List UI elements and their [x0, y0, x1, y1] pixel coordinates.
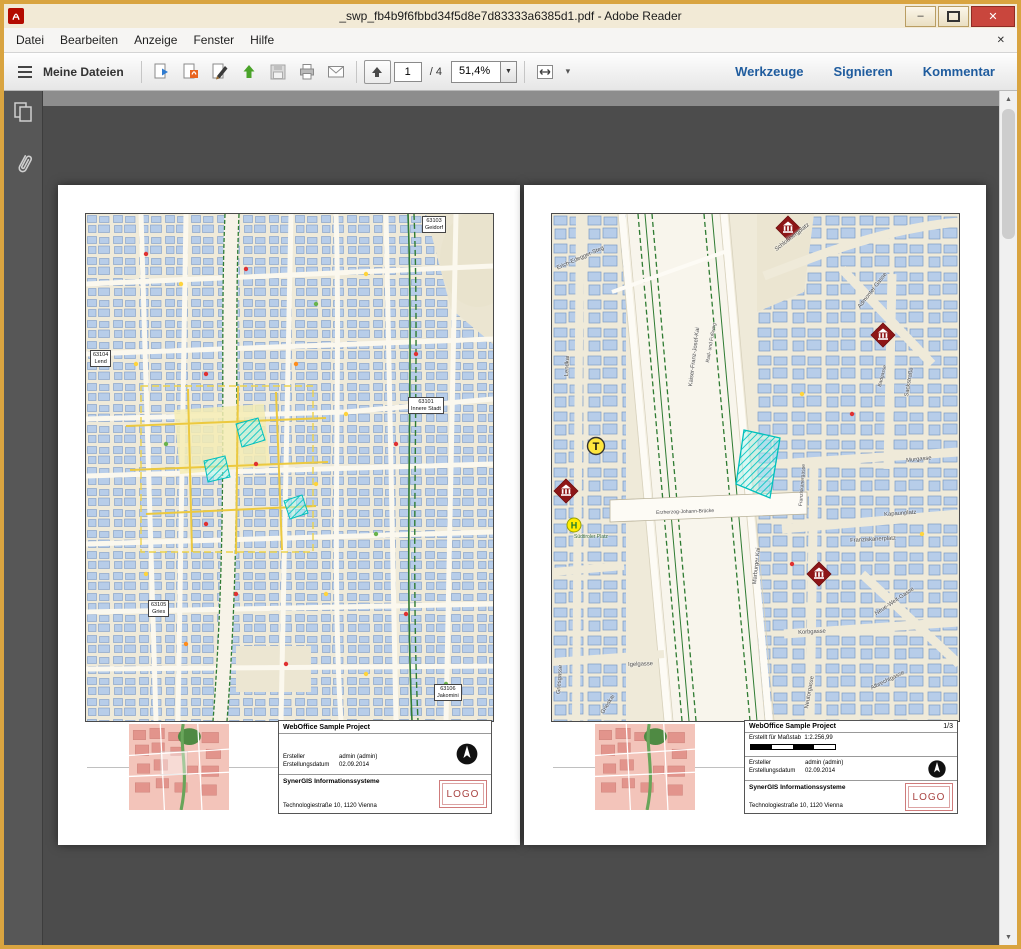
scale-bar	[750, 744, 836, 750]
menubar-close-icon[interactable]: ✕	[989, 35, 1013, 46]
tram-stop-icon: T	[588, 438, 605, 455]
north-arrow-icon	[455, 742, 479, 766]
city-map-drawing	[86, 214, 493, 721]
toolbar: Meine Dateien / 4 51,4% ▼	[4, 53, 1017, 91]
fit-width-icon[interactable]	[532, 59, 558, 85]
zoom-select[interactable]: 51,4% ▼	[451, 61, 517, 83]
logo-box: LOGO	[905, 783, 953, 811]
zoom-value: 51,4%	[452, 62, 500, 82]
district-label: 63105Gries	[148, 600, 169, 617]
svg-text:T: T	[593, 441, 600, 453]
menu-hilfe[interactable]: Hilfe	[242, 30, 282, 50]
scroll-down-icon[interactable]: ▼	[1000, 929, 1017, 945]
menu-datei[interactable]: Datei	[8, 30, 52, 50]
window-controls: – ✕	[905, 6, 1015, 27]
logo-box: LOGO	[439, 780, 487, 808]
convert-pdf-icon[interactable]	[178, 59, 204, 85]
creator-info: Erstelleradmin (admin) Erstellungsdatum0…	[279, 734, 491, 775]
maximize-button[interactable]	[938, 6, 969, 27]
detail-map: T H Erich-Edegger-Steg Schloßbergplatz	[551, 213, 960, 722]
zoom-dropdown-icon[interactable]: ▼	[500, 62, 516, 82]
project-title-row: WebOffice Sample Project 1/3	[745, 721, 957, 733]
district-label: 63103Geidorf	[422, 216, 446, 233]
comment-panel-button[interactable]: Kommentar	[909, 58, 1009, 85]
sign-pen-icon[interactable]	[207, 59, 233, 85]
vertical-scrollbar[interactable]: ▲ ▼	[999, 91, 1017, 945]
bus-stop-icon: H	[567, 518, 581, 532]
email-icon[interactable]	[323, 59, 349, 85]
print-icon[interactable]	[294, 59, 320, 85]
panel-buttons: Werkzeuge Signieren Kommentar	[721, 58, 1009, 85]
company-info: SynerGIS Informationssysteme Technologie…	[745, 781, 957, 813]
north-arrow-icon	[927, 759, 947, 779]
adobe-reader-window: _swp_fb4b9f6fbbd34f5d8e7d83333a6385d1.pd…	[0, 0, 1021, 949]
share-upload-icon[interactable]	[236, 59, 262, 85]
toolbar-separator	[524, 61, 525, 83]
tools-panel-button[interactable]: Werkzeuge	[721, 58, 817, 85]
project-title: WebOffice Sample Project	[279, 721, 491, 734]
locator-zone	[551, 720, 744, 814]
pdf-page-2: T H Erich-Edegger-Steg Schloßbergplatz	[524, 185, 986, 845]
titlebar[interactable]: _swp_fb4b9f6fbbd34f5d8e7d83333a6385d1.pd…	[4, 4, 1017, 28]
menu-bearbeiten[interactable]: Bearbeiten	[52, 30, 126, 50]
save-icon[interactable]	[265, 59, 291, 85]
company-address: Technologiestraße 10, 1120 Vienna	[749, 803, 843, 809]
my-files-button[interactable]: Meine Dateien	[41, 65, 134, 79]
locator-zone	[85, 720, 278, 814]
map-title-block: WebOffice Sample Project Erstelleradmin …	[85, 720, 492, 814]
district-label: 63101Innere Stadt	[408, 397, 444, 414]
city-overview-map: 63103Geidorf 63104Lend 63101Innere Stadt…	[85, 213, 494, 722]
project-title: WebOffice Sample Project	[749, 722, 836, 731]
menu-anzeige[interactable]: Anzeige	[126, 30, 185, 50]
document-area-top-band	[43, 91, 999, 106]
street-label: Igelgasse	[628, 661, 653, 668]
street-label: Lendkai	[564, 356, 571, 377]
scale-row: Erstellt für Maßstab 1:2.256,99	[745, 733, 957, 757]
menu-fenster[interactable]: Fenster	[185, 30, 242, 50]
page-number-input[interactable]	[394, 62, 422, 82]
attachments-icon[interactable]	[8, 149, 38, 183]
district-label: 63106Jakomini	[434, 684, 462, 701]
toolbar-separator	[356, 61, 357, 83]
minimize-button[interactable]: –	[905, 6, 936, 27]
company-info: SynerGIS Informationssysteme Technologie…	[279, 775, 491, 813]
locator-map-thumbnail	[595, 724, 695, 810]
adobe-reader-icon	[8, 8, 24, 24]
title-block-text: WebOffice Sample Project 1/3 Erstellt fü…	[744, 720, 958, 814]
toolbar-separator	[141, 61, 142, 83]
menubar: Datei Bearbeiten Anzeige Fenster Hilfe ✕	[4, 28, 1017, 53]
sign-panel-button[interactable]: Signieren	[820, 58, 907, 85]
menu-toggle-icon[interactable]	[12, 59, 38, 85]
locator-map-thumbnail	[129, 724, 229, 810]
page-thumbnails-icon[interactable]	[12, 101, 34, 128]
svg-text:H: H	[571, 521, 578, 531]
pdf-page-1: 63103Geidorf 63104Lend 63101Innere Stadt…	[58, 185, 520, 845]
map-title-block: WebOffice Sample Project 1/3 Erstellt fü…	[551, 720, 958, 814]
detail-map-drawing: T H	[552, 214, 959, 721]
previous-view-button[interactable]	[364, 60, 391, 84]
toolbar-overflow-icon[interactable]: ▾	[561, 59, 575, 85]
scroll-up-icon[interactable]: ▲	[1000, 91, 1017, 107]
main-area: 63103Geidorf 63104Lend 63101Innere Stadt…	[4, 91, 1017, 945]
navigation-sidebar	[4, 91, 43, 945]
window-title: _swp_fb4b9f6fbbd34f5d8e7d83333a6385d1.pd…	[4, 9, 1017, 23]
close-button[interactable]: ✕	[971, 6, 1015, 27]
open-file-icon[interactable]	[149, 59, 175, 85]
street-label: Südtiroler Platz	[574, 534, 608, 540]
page-count-label: / 4	[430, 66, 442, 78]
sheet-indicator: 1/3	[943, 722, 953, 731]
company-address: Technologiestraße 10, 1120 Vienna	[283, 803, 377, 809]
district-label: 63104Lend	[90, 350, 111, 367]
creator-info: Erstelleradmin (admin) Erstellungsdatum0…	[745, 757, 957, 781]
scroll-thumb[interactable]	[1002, 109, 1015, 239]
title-block-text: WebOffice Sample Project Erstelleradmin …	[278, 720, 492, 814]
document-area[interactable]: 63103Geidorf 63104Lend 63101Innere Stadt…	[43, 91, 999, 945]
maximize-icon	[947, 11, 960, 22]
